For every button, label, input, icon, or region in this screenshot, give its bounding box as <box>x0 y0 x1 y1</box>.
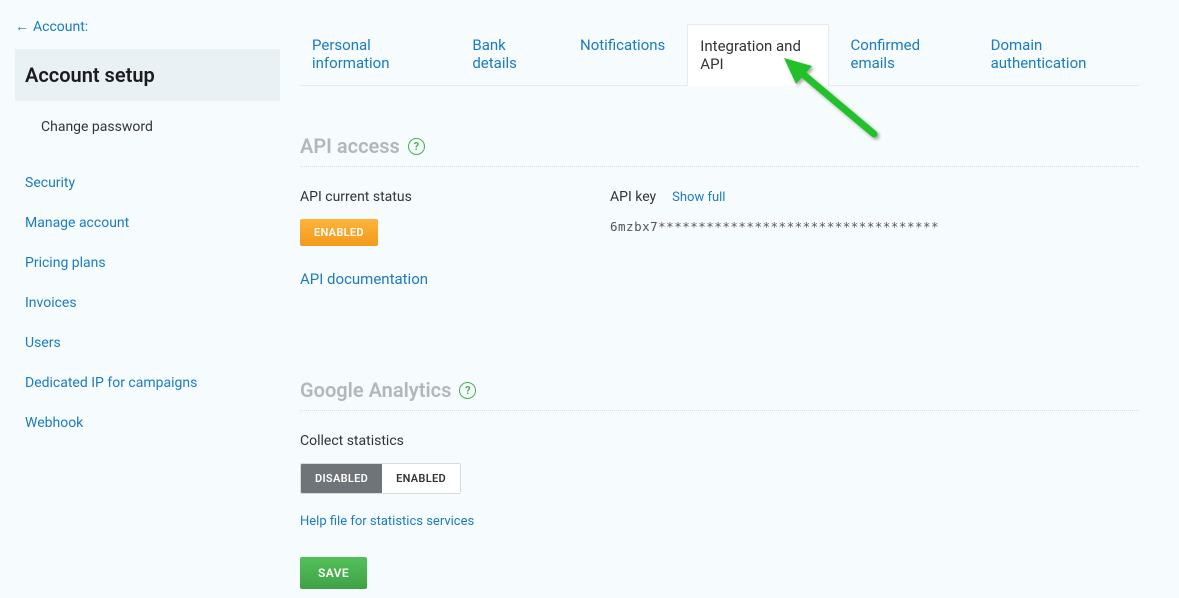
tab-bank-details[interactable]: Bank details <box>460 24 558 85</box>
back-to-account-link[interactable]: ← Account: <box>15 18 280 35</box>
sidebar-label: Users <box>25 335 61 351</box>
sidebar-item-dedicated-ip[interactable]: Dedicated IP for campaigns <box>15 363 280 403</box>
sidebar-label: Change password <box>41 119 153 135</box>
sidebar-item-pricing-plans[interactable]: Pricing plans <box>15 243 280 283</box>
sidebar-label: Invoices <box>25 295 77 311</box>
api-documentation-link[interactable]: API documentation <box>300 270 428 288</box>
tab-label: Bank details <box>472 36 517 72</box>
tab-label: Personal information <box>312 36 390 72</box>
sidebar-label: Webhook <box>25 415 83 431</box>
toggle-enabled-button[interactable]: ENABLED <box>382 464 460 493</box>
tab-confirmed-emails[interactable]: Confirmed emails <box>839 24 969 85</box>
sidebar-item-manage-account[interactable]: Manage account <box>15 203 280 243</box>
arrow-left-icon: ← <box>15 18 29 35</box>
sidebar-item-security[interactable]: Security <box>15 163 280 203</box>
api-status-badge: ENABLED <box>300 219 378 246</box>
show-full-link[interactable]: Show full <box>672 190 725 205</box>
sidebar-item-change-password[interactable]: Change password <box>15 105 280 149</box>
tab-label: Confirmed emails <box>851 36 921 72</box>
sidebar-label: Manage account <box>25 215 129 231</box>
tab-integration-api[interactable]: Integration and API <box>687 24 828 86</box>
google-analytics-section: Google Analytics ? Collect statistics DI… <box>300 378 1139 589</box>
tab-notifications[interactable]: Notifications <box>568 24 677 85</box>
sidebar-item-webhook[interactable]: Webhook <box>15 403 280 443</box>
settings-tabs: Personal information Bank details Notifi… <box>300 24 1139 86</box>
sidebar-label: Account setup <box>25 63 155 87</box>
sidebar-label: Security <box>25 175 75 191</box>
tab-label: Integration and API <box>700 37 801 73</box>
collect-stats-toggle: DISABLED ENABLED <box>300 463 461 494</box>
toggle-disabled-button[interactable]: DISABLED <box>301 464 382 493</box>
tab-label: Notifications <box>580 36 665 54</box>
api-key-value: 6mzbx7**********************************… <box>610 219 1139 234</box>
help-icon[interactable]: ? <box>459 382 476 399</box>
stats-help-link[interactable]: Help file for statistics services <box>300 514 474 529</box>
sidebar-item-account-setup[interactable]: Account setup <box>15 49 280 101</box>
ga-title: Google Analytics <box>300 378 451 402</box>
api-key-label: API key <box>610 189 656 205</box>
help-icon[interactable]: ? <box>408 138 425 155</box>
back-label: Account: <box>33 19 88 35</box>
api-access-section: API access ? API current status ENABLED … <box>300 134 1139 288</box>
collect-stats-label: Collect statistics <box>300 433 1139 449</box>
sidebar-item-users[interactable]: Users <box>15 323 280 363</box>
api-status-label: API current status <box>300 189 610 205</box>
tab-personal-information[interactable]: Personal information <box>300 24 450 85</box>
save-button[interactable]: SAVE <box>300 557 367 589</box>
tab-domain-authentication[interactable]: Domain authentication <box>979 24 1139 85</box>
sidebar-label: Dedicated IP for campaigns <box>25 375 197 391</box>
sidebar-label: Pricing plans <box>25 255 106 271</box>
api-access-title: API access <box>300 134 400 158</box>
tab-label: Domain authentication <box>991 36 1087 72</box>
sidebar-item-invoices[interactable]: Invoices <box>15 283 280 323</box>
